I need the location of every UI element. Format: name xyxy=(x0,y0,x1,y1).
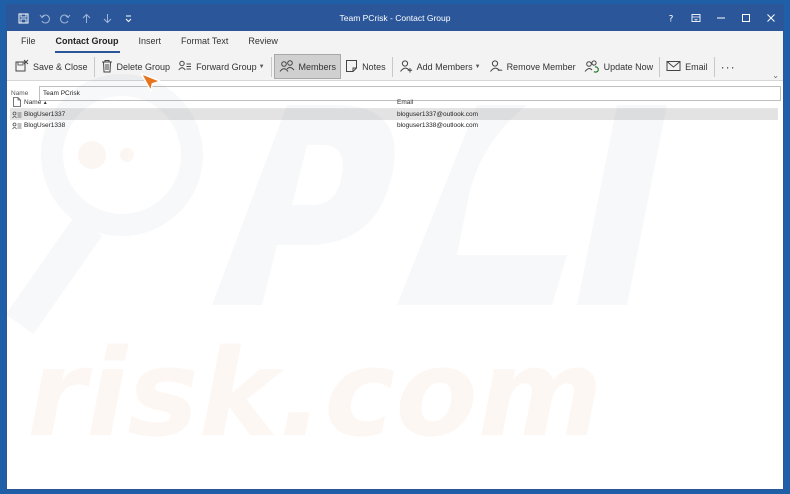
help-icon[interactable]: ? xyxy=(658,5,683,31)
customize-icon[interactable] xyxy=(120,10,137,27)
more-icon: ··· xyxy=(720,59,736,74)
svg-text:risk.com: risk.com xyxy=(27,325,603,464)
tab-file[interactable]: File xyxy=(11,31,46,53)
envelope-icon xyxy=(666,60,681,74)
save-close-icon xyxy=(15,59,29,75)
tab-review[interactable]: Review xyxy=(238,31,288,53)
chevron-down-icon: ▼ xyxy=(258,63,265,70)
maximize-icon[interactable] xyxy=(733,5,758,31)
add-members-label: Add Members xyxy=(416,61,473,72)
forward-group-label: Forward Group xyxy=(196,61,257,72)
update-now-button[interactable]: Update Now xyxy=(580,55,658,79)
members-list: Name ▲ Email BlogUser1337 bloguser1337@o… xyxy=(10,96,778,131)
members-icon xyxy=(279,59,295,75)
delete-group-label: Delete Group xyxy=(116,61,171,72)
add-person-icon xyxy=(399,59,413,75)
ribbon-display-icon[interactable] xyxy=(683,5,708,31)
window-controls: ? xyxy=(658,5,783,31)
contact-group-window: Team PCrisk - Contact Group ? File Conta… xyxy=(6,4,784,490)
name-column-header[interactable]: Name ▲ xyxy=(24,99,397,106)
ribbon-separator xyxy=(391,56,393,77)
up-arrow-icon[interactable] xyxy=(78,10,95,27)
document-icon[interactable] xyxy=(10,97,24,107)
email-button[interactable]: Email xyxy=(662,55,712,79)
email-column-header[interactable]: Email xyxy=(397,99,778,106)
list-header: Name ▲ Email xyxy=(10,96,778,109)
update-now-label: Update Now xyxy=(603,61,654,72)
update-people-icon xyxy=(584,59,600,75)
sort-arrow-icon: ▲ xyxy=(41,99,48,106)
trash-icon xyxy=(101,59,113,75)
save-close-label: Save & Close xyxy=(33,61,88,72)
member-name: BlogUser1337 xyxy=(24,111,66,118)
remove-person-icon xyxy=(489,59,503,75)
ribbon-separator xyxy=(93,56,95,77)
pointer-cursor-icon xyxy=(140,73,161,92)
forward-group-icon xyxy=(178,59,192,75)
ribbon-separator xyxy=(659,56,661,77)
quick-access-toolbar xyxy=(7,10,137,27)
member-email: bloguser1338@outlook.com xyxy=(397,122,479,129)
ribbon-collapse-chevron-icon[interactable]: ⌄ xyxy=(772,71,779,80)
tab-insert[interactable]: Insert xyxy=(129,31,172,53)
member-name: BlogUser1338 xyxy=(24,122,66,129)
notes-button[interactable]: Notes xyxy=(341,55,390,79)
redo-icon[interactable] xyxy=(57,10,74,27)
notes-icon xyxy=(345,59,358,75)
chevron-down-icon: ▼ xyxy=(474,63,481,70)
close-icon[interactable] xyxy=(758,5,783,31)
member-email: bloguser1337@outlook.com xyxy=(397,111,479,118)
remove-member-label: Remove Member xyxy=(506,61,576,72)
ribbon-tabs: File Contact Group Insert Format Text Re… xyxy=(7,31,783,53)
contact-card-icon xyxy=(10,111,24,119)
forward-group-button[interactable]: Forward Group ▼ xyxy=(174,55,268,79)
table-row[interactable]: BlogUser1338 bloguser1338@outlook.com xyxy=(10,120,778,131)
svg-text:?: ? xyxy=(668,15,673,24)
down-arrow-icon[interactable] xyxy=(99,10,116,27)
minimize-icon[interactable] xyxy=(708,5,733,31)
add-members-button[interactable]: Add Members ▼ xyxy=(395,55,485,79)
notes-label: Notes xyxy=(362,61,386,72)
save-close-button[interactable]: Save & Close xyxy=(11,55,92,79)
name-header-label: Name xyxy=(24,98,42,106)
ribbon-separator xyxy=(713,56,715,77)
contact-card-icon xyxy=(10,122,24,130)
members-label: Members xyxy=(298,61,337,72)
title-bar: Team PCrisk - Contact Group ? xyxy=(7,5,783,31)
ribbon-separator xyxy=(270,56,272,77)
email-label: Email xyxy=(685,61,708,72)
tab-format-text[interactable]: Format Text xyxy=(171,31,238,53)
more-options-button[interactable]: ··· xyxy=(717,55,740,79)
remove-member-button[interactable]: Remove Member xyxy=(485,55,580,79)
members-button[interactable]: Members xyxy=(273,54,342,79)
undo-icon[interactable] xyxy=(36,10,53,27)
save-icon[interactable] xyxy=(15,10,32,27)
table-row[interactable]: BlogUser1337 bloguser1337@outlook.com xyxy=(10,109,778,120)
ribbon-toolbar: Save & Close Delete Group Forward Group … xyxy=(7,53,783,81)
tab-contact-group[interactable]: Contact Group xyxy=(46,31,129,53)
